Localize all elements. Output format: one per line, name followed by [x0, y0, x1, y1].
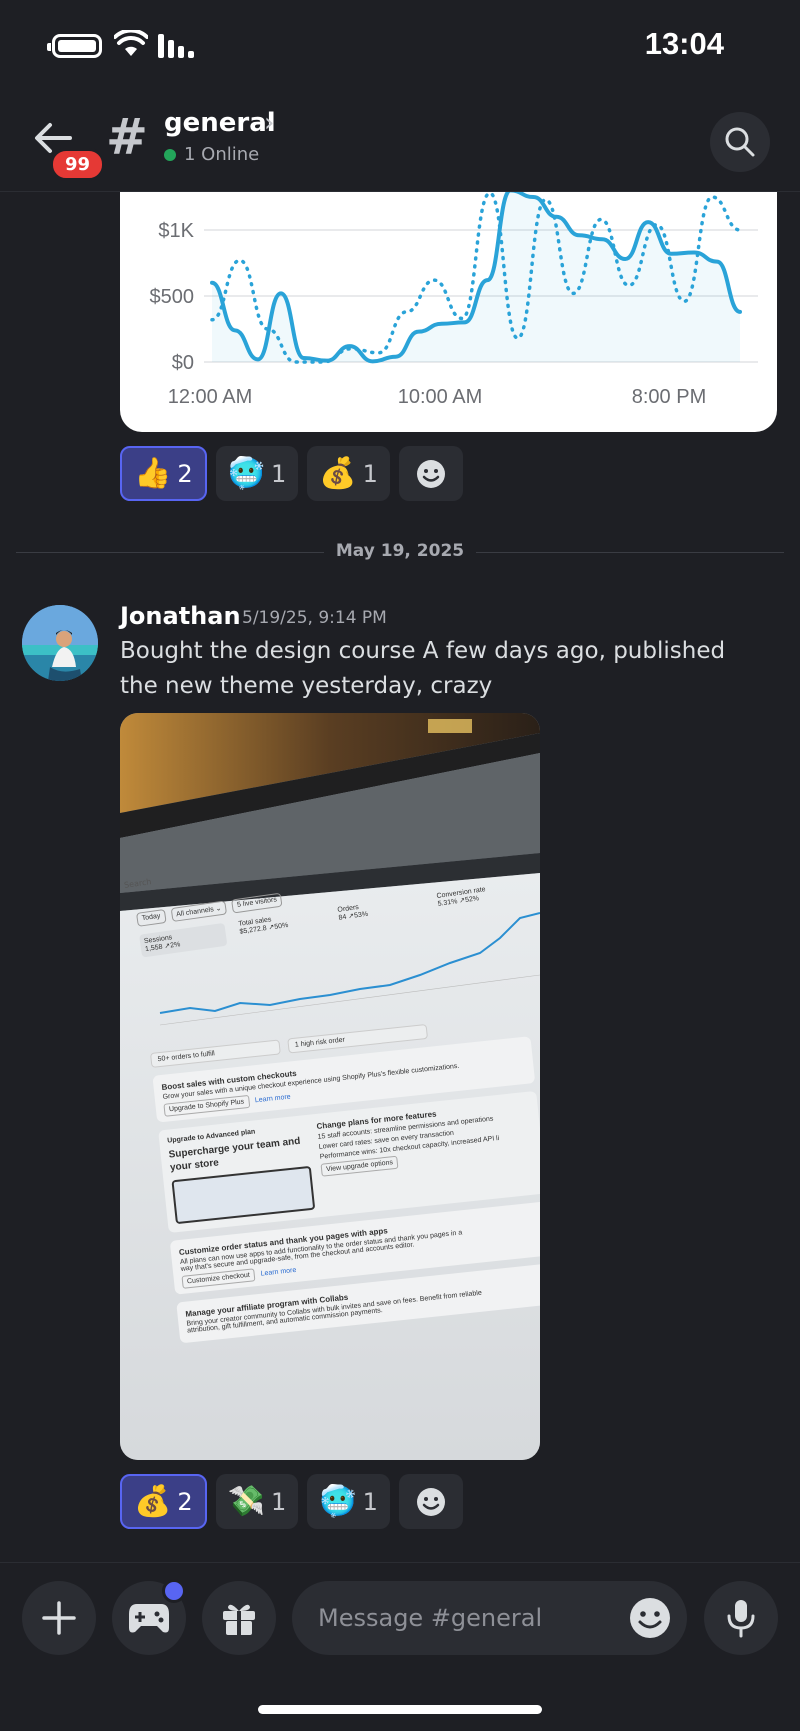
gift-button[interactable]	[202, 1581, 276, 1655]
online-count: 1 Online	[184, 144, 260, 165]
chart-area-fill	[212, 190, 740, 362]
unread-badge: 99	[50, 148, 106, 181]
chart-image-card[interactable]: $1K $500 $0 12:00 AM 10:00 AM 8:00 PM	[120, 150, 777, 432]
message-input-container	[292, 1581, 687, 1655]
gift-icon	[223, 1604, 255, 1635]
plus-icon	[42, 1601, 76, 1635]
reactions-bar: 💰 2 💸 1 🥶 1	[120, 1474, 463, 1529]
reaction-cold-face[interactable]: 🥶 1	[307, 1474, 390, 1529]
status-time: 13:04	[644, 26, 724, 61]
reaction-emoji: 👍	[134, 455, 172, 491]
reactions-bar: 👍 2 🥶 1 💰 1	[120, 446, 463, 501]
photo-boost-link: Learn more	[254, 1093, 291, 1105]
chart-y-tick-label: $1K	[158, 220, 194, 242]
message-text: Bought the design course A few days ago,…	[120, 638, 726, 699]
online-dot-icon	[164, 149, 176, 161]
search-icon	[725, 127, 755, 157]
reaction-count: 2	[177, 1487, 193, 1516]
reaction-count: 1	[362, 1487, 378, 1516]
reaction-money-bag[interactable]: 💰 1	[307, 446, 390, 501]
reaction-money-bag[interactable]: 💰 2	[120, 1474, 207, 1529]
reaction-cold-face[interactable]: 🥶 1	[215, 446, 299, 501]
chart-x-tick-label: 10:00 AM	[398, 386, 483, 408]
channel-name[interactable]: general	[164, 108, 276, 138]
avatar-photo	[22, 605, 98, 681]
message-photo-attachment[interactable]: Search Today All channels ⌄ 5 live visit…	[120, 713, 540, 1460]
gamepad-icon	[129, 1604, 169, 1633]
smiley-add-icon	[416, 459, 445, 488]
search-button[interactable]	[710, 112, 770, 172]
chart-y-tick-label: $0	[172, 352, 194, 374]
sales-line-chart: $1K $500 $0 12:00 AM 10:00 AM 8:00 PM	[150, 188, 758, 408]
home-indicator[interactable]	[258, 1705, 542, 1714]
reaction-count: 1	[271, 459, 287, 488]
cellular-signal-icon	[158, 34, 196, 58]
notification-dot	[162, 1579, 186, 1603]
chart-y-tick-label: $500	[150, 286, 195, 308]
message-timestamp: 5/19/25, 9:14 PM	[242, 608, 387, 628]
chevron-right-icon[interactable]: ›	[264, 108, 274, 138]
microphone-icon	[727, 1600, 755, 1638]
date-divider-label: May 19, 2025	[323, 541, 477, 561]
channel-hash-icon: #	[106, 108, 148, 166]
status-bar: 13:04	[0, 0, 800, 92]
message-author[interactable]: Jonathan	[120, 602, 241, 630]
attach-button[interactable]	[22, 1581, 96, 1655]
reaction-count: 1	[362, 459, 378, 488]
reaction-money-wings[interactable]: 💸 1	[215, 1474, 299, 1529]
reaction-emoji: 💸	[227, 1483, 265, 1519]
reaction-count: 2	[177, 459, 193, 488]
voice-message-button[interactable]	[704, 1581, 778, 1655]
reaction-emoji: 💰	[134, 1483, 172, 1519]
add-reaction-button[interactable]	[398, 1474, 463, 1529]
reaction-emoji: 🥶	[227, 455, 265, 491]
emoji-picker-icon[interactable]	[629, 1597, 671, 1639]
avatar[interactable]	[22, 605, 98, 681]
reaction-emoji: 🥶	[319, 1483, 357, 1519]
wifi-icon	[114, 30, 148, 56]
date-divider: May 19, 2025	[16, 538, 784, 568]
photo-custom-link: Learn more	[260, 1266, 297, 1278]
smiley-add-icon	[416, 1487, 445, 1516]
reaction-thumbs-up[interactable]: 👍 2	[120, 446, 207, 501]
chart-x-tick-label: 8:00 PM	[632, 386, 706, 408]
battery-icon	[47, 34, 102, 58]
online-status: 1 Online	[164, 144, 259, 165]
channel-header: 99 # general › 1 Online	[0, 92, 800, 192]
add-reaction-button[interactable]	[398, 446, 463, 501]
chart-x-tick-label: 12:00 AM	[168, 386, 253, 408]
reaction-count: 1	[271, 1487, 287, 1516]
reaction-emoji: 💰	[319, 455, 357, 491]
message-input[interactable]	[318, 1581, 618, 1655]
